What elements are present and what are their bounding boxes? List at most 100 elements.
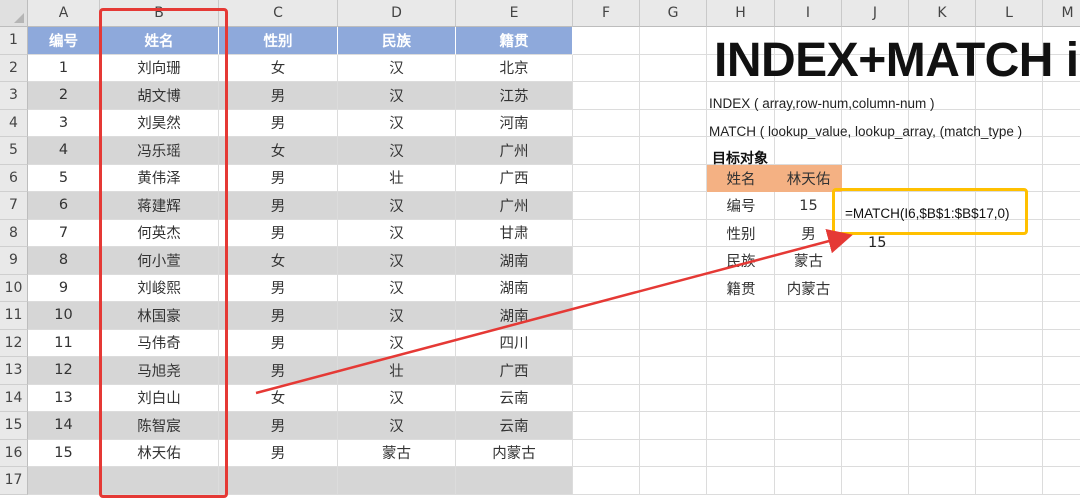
cell-D6[interactable]: 壮 — [338, 164, 456, 192]
cell-H16[interactable] — [707, 439, 775, 467]
cell-D2[interactable]: 汉 — [338, 54, 456, 82]
cell-I12[interactable] — [775, 329, 842, 357]
cell-L10[interactable] — [976, 274, 1043, 302]
cell-G9[interactable] — [640, 247, 707, 275]
cell-M8[interactable] — [1043, 220, 1080, 247]
index-syntax-cell[interactable]: INDEX ( array,row-num,column-num ) — [709, 96, 935, 111]
row-header-7[interactable]: 7 — [0, 192, 28, 220]
cell-M11[interactable] — [1043, 302, 1080, 330]
cell-E13[interactable]: 广西 — [456, 357, 573, 385]
cell-K12[interactable] — [909, 329, 976, 357]
row-header-3[interactable]: 3 — [0, 82, 28, 110]
cell-E9[interactable]: 湖南 — [456, 247, 573, 275]
cell-M9[interactable] — [1043, 247, 1080, 275]
target-key-cell[interactable]: 籍贯 — [707, 275, 775, 303]
cell-I15[interactable] — [775, 412, 842, 440]
cell-C13[interactable]: 男 — [219, 357, 338, 385]
cell-F4[interactable] — [573, 109, 640, 137]
cell-G11[interactable] — [640, 302, 707, 330]
cell-E1[interactable]: 籍贯 — [456, 27, 573, 55]
cell-E3[interactable]: 江苏 — [456, 82, 573, 110]
cell-J11[interactable] — [842, 302, 909, 330]
row-header-8[interactable]: 8 — [0, 219, 28, 247]
column-header-E[interactable]: E — [456, 0, 573, 27]
cell-D9[interactable]: 汉 — [338, 247, 456, 275]
cell-M17[interactable] — [1043, 467, 1080, 495]
target-key-cell[interactable]: 性别 — [707, 220, 775, 248]
cell-E12[interactable]: 四川 — [456, 329, 573, 357]
cell-A14[interactable]: 13 — [28, 384, 100, 412]
cell-H11[interactable] — [707, 302, 775, 330]
cell-F10[interactable] — [573, 274, 640, 302]
row-header-17[interactable]: 17 — [0, 467, 28, 495]
cell-H15[interactable] — [707, 412, 775, 440]
cell-F3[interactable] — [573, 82, 640, 110]
cell-F1[interactable] — [573, 27, 640, 55]
cell-I14[interactable] — [775, 384, 842, 412]
cell-E16[interactable]: 内蒙古 — [456, 439, 573, 467]
column-header-C[interactable]: C — [219, 0, 338, 27]
cell-C11[interactable]: 男 — [219, 302, 338, 330]
cell-L17[interactable] — [976, 467, 1043, 495]
cell-A11[interactable]: 10 — [28, 302, 100, 330]
cell-H12[interactable] — [707, 329, 775, 357]
cell-F7[interactable] — [573, 192, 640, 220]
cell-F2[interactable] — [573, 54, 640, 82]
cell-E11[interactable]: 湖南 — [456, 302, 573, 330]
cell-D12[interactable]: 汉 — [338, 329, 456, 357]
cell-E4[interactable]: 河南 — [456, 109, 573, 137]
target-key-cell[interactable]: 民族 — [707, 247, 775, 275]
cell-L5[interactable] — [976, 137, 1043, 165]
cell-J5[interactable] — [842, 137, 909, 165]
cell-F12[interactable] — [573, 329, 640, 357]
cell-M14[interactable] — [1043, 385, 1080, 412]
cell-E5[interactable]: 广州 — [456, 137, 573, 165]
cell-E8[interactable]: 甘肃 — [456, 219, 573, 247]
cell-A5[interactable]: 4 — [28, 137, 100, 165]
cell-F13[interactable] — [573, 357, 640, 385]
cell-M4[interactable] — [1043, 110, 1080, 137]
column-header-M[interactable]: M — [1043, 0, 1080, 27]
cell-M16[interactable] — [1043, 440, 1080, 467]
cell-J16[interactable] — [842, 439, 909, 467]
column-header-G[interactable]: G — [640, 0, 707, 27]
cell-A13[interactable]: 12 — [28, 357, 100, 385]
cell-G1[interactable] — [640, 27, 707, 55]
cell-A4[interactable]: 3 — [28, 109, 100, 137]
column-header-L[interactable]: L — [976, 0, 1043, 27]
target-value-cell[interactable]: 林天佑 — [775, 164, 842, 192]
cell-C8[interactable]: 男 — [219, 219, 338, 247]
cell-D14[interactable]: 汉 — [338, 384, 456, 412]
cell-I13[interactable] — [775, 357, 842, 385]
cell-G16[interactable] — [640, 439, 707, 467]
cell-G14[interactable] — [640, 384, 707, 412]
row-header-11[interactable]: 11 — [0, 302, 28, 330]
cell-G3[interactable] — [640, 82, 707, 110]
cell-C5[interactable]: 女 — [219, 137, 338, 165]
cell-G4[interactable] — [640, 109, 707, 137]
column-header-D[interactable]: D — [338, 0, 456, 27]
formula-cell[interactable]: =MATCH(I6,$B$1:$B$17,0) — [845, 206, 1009, 221]
target-value-cell[interactable]: 内蒙古 — [775, 275, 842, 303]
cell-G5[interactable] — [640, 137, 707, 165]
cell-L11[interactable] — [976, 302, 1043, 330]
cell-C9[interactable]: 女 — [219, 247, 338, 275]
cell-A10[interactable]: 9 — [28, 274, 100, 302]
row-header-1[interactable]: 1 — [0, 27, 28, 55]
select-all-corner[interactable] — [0, 0, 28, 27]
cell-D3[interactable]: 汉 — [338, 82, 456, 110]
cell-A7[interactable]: 6 — [28, 192, 100, 220]
column-header-J[interactable]: J — [842, 0, 909, 27]
cell-D5[interactable]: 汉 — [338, 137, 456, 165]
cell-M15[interactable] — [1043, 412, 1080, 440]
row-header-15[interactable]: 15 — [0, 412, 28, 440]
row-header-2[interactable]: 2 — [0, 54, 28, 82]
cell-K11[interactable] — [909, 302, 976, 330]
cell-C3[interactable]: 男 — [219, 82, 338, 110]
cell-I17[interactable] — [775, 467, 842, 495]
cell-M12[interactable] — [1043, 330, 1080, 357]
cell-D13[interactable]: 壮 — [338, 357, 456, 385]
cell-F9[interactable] — [573, 247, 640, 275]
cell-L15[interactable] — [976, 412, 1043, 440]
cell-E14[interactable]: 云南 — [456, 384, 573, 412]
